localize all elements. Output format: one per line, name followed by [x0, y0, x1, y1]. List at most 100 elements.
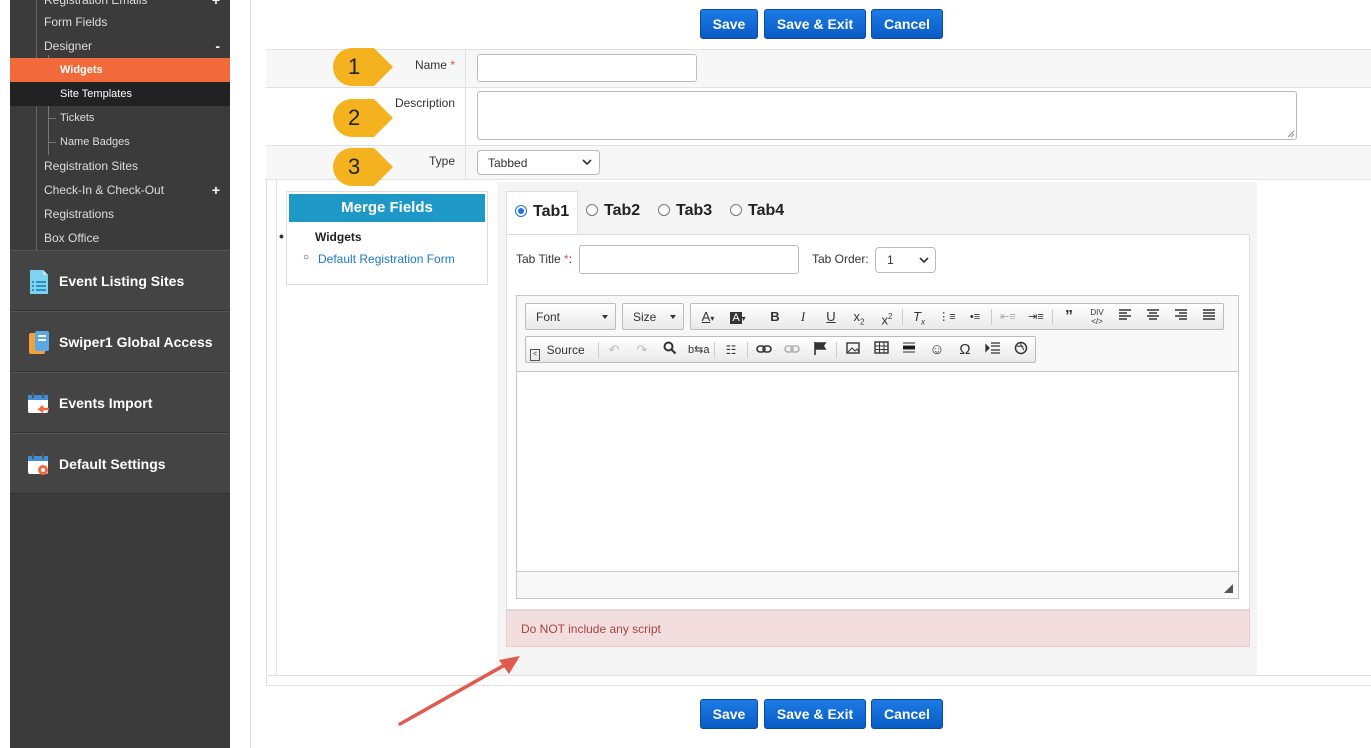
sidebar-item-event-listing-sites[interactable]: Event Listing Sites — [10, 250, 230, 311]
indent-icon[interactable]: ⇥≡ — [1026, 308, 1046, 326]
undo-icon[interactable]: ↶ — [604, 341, 624, 359]
sidebar-item-site-templates[interactable]: Site Templates — [10, 82, 230, 106]
callout-3: 3 — [332, 147, 394, 187]
select-all-icon[interactable]: ☷ — [721, 341, 741, 359]
cancel-button[interactable]: Cancel — [871, 9, 943, 39]
merge-fields-title: Merge Fields — [289, 194, 485, 222]
listing-icon — [30, 270, 48, 294]
replace-icon[interactable]: b⇆a — [688, 341, 709, 359]
sidebar-item-name-badges[interactable]: Name Badges — [10, 130, 230, 154]
sub-bullet: ○ — [303, 252, 310, 263]
tab-3[interactable]: Tab3 — [650, 191, 722, 235]
smiley-icon[interactable]: ☺ — [927, 341, 947, 359]
sidebar-item-check-in-out[interactable]: Check-In & Check-Out + — [10, 178, 230, 202]
access-icon — [29, 331, 49, 354]
sidebar-item-box-office[interactable]: Box Office — [10, 226, 230, 250]
sidebar-item-registrations[interactable]: Registrations — [10, 202, 230, 226]
numbered-list-icon[interactable]: ⋮≡ — [937, 308, 957, 326]
sidebar-item-designer[interactable]: Designer - — [10, 34, 230, 58]
page-break-icon[interactable] — [983, 341, 1003, 359]
align-right-icon[interactable] — [1171, 308, 1191, 326]
bold-icon[interactable]: B — [765, 308, 785, 326]
italic-icon[interactable]: I — [793, 308, 813, 326]
callout-1: 1 — [332, 47, 394, 87]
sidebar-item-widgets[interactable]: Widgets — [10, 58, 230, 82]
text-color-icon[interactable]: A▾ — [695, 308, 721, 326]
save-exit-button[interactable]: Save & Exit — [764, 9, 866, 39]
align-center-icon[interactable] — [1143, 308, 1163, 326]
chevron-down-icon — [582, 159, 592, 166]
sidebar: Registration Emails + Form Fields Design… — [10, 0, 230, 748]
resize-handle-icon[interactable] — [1224, 584, 1233, 593]
image-icon[interactable] — [843, 341, 863, 359]
caret-icon — [670, 315, 676, 319]
radio[interactable] — [658, 204, 670, 216]
horizontal-line-icon[interactable] — [899, 341, 919, 359]
merge-field-link[interactable]: Default Registration Form — [318, 252, 455, 266]
subscript-icon[interactable]: x2 — [849, 308, 869, 327]
tab-4[interactable]: Tab4 — [722, 191, 794, 235]
unlink-icon[interactable] — [782, 341, 802, 359]
tab-1[interactable]: Tab1 — [506, 191, 578, 235]
sidebar-item-swiper1-global-access[interactable]: Swiper1 Global Access — [10, 311, 230, 372]
import-icon — [28, 392, 49, 413]
outdent-icon[interactable]: ⇤≡ — [998, 308, 1018, 326]
tab-title-label: Tab Title *: — [516, 252, 573, 266]
radio[interactable] — [730, 204, 742, 216]
name-row: Name * — [266, 49, 1371, 87]
superscript-icon[interactable]: x2 — [877, 308, 897, 327]
expand-icon[interactable]: + — [212, 178, 220, 202]
toolbar-format-group: A▾ A ▾ B I U x2 x2 Tx ⋮≡ •≡ ⇤≡ ⇥≡ ” DIV </… — [690, 303, 1224, 330]
bulleted-list-icon[interactable]: •≡ — [965, 308, 985, 326]
radio[interactable] — [586, 204, 598, 216]
save-exit-button-bottom[interactable]: Save & Exit — [764, 699, 866, 729]
rich-text-editor: Font Size A▾ A ▾ B I U x2 x2 Tx ⋮≡ •≡ ⇤≡ … — [516, 295, 1239, 599]
tab-title-input[interactable] — [579, 245, 799, 274]
tab-order-select[interactable]: 1 — [875, 247, 936, 273]
anchor-icon[interactable] — [810, 341, 830, 359]
special-char-icon[interactable]: Ω — [955, 341, 975, 359]
cancel-button-bottom[interactable]: Cancel — [871, 699, 943, 729]
save-button-bottom[interactable]: Save — [700, 699, 758, 729]
radio-selected[interactable] — [515, 205, 527, 217]
sidebar-item-registration-sites[interactable]: Registration Sites — [10, 154, 230, 178]
sidebar-item-default-settings[interactable]: Default Settings — [10, 433, 230, 494]
type-select[interactable]: Tabbed — [477, 150, 600, 175]
div-container-icon[interactable]: DIV </> — [1087, 308, 1107, 326]
sidebar-item-form-fields[interactable]: Form Fields — [10, 10, 230, 34]
description-textarea[interactable] — [477, 91, 1297, 140]
link-icon[interactable] — [754, 341, 774, 359]
align-left-icon[interactable] — [1115, 308, 1135, 326]
tab-order-label: Tab Order: — [812, 252, 869, 266]
find-icon[interactable] — [660, 341, 680, 359]
merge-group-label: Widgets — [315, 230, 362, 244]
annotation-arrow — [398, 656, 520, 726]
size-combo[interactable]: Size — [622, 303, 684, 330]
required-mark: * — [450, 58, 455, 72]
table-icon[interactable] — [871, 341, 891, 359]
background-color-icon[interactable]: A ▾ — [725, 308, 751, 326]
callout-shape — [333, 148, 393, 186]
callout-shape — [333, 99, 393, 137]
settings-icon — [28, 453, 48, 475]
sidebar-item-events-import[interactable]: Events Import — [10, 372, 230, 433]
tab-2[interactable]: Tab2 — [578, 191, 650, 235]
redo-icon[interactable]: ↷ — [632, 341, 652, 359]
iframe-icon[interactable] — [1011, 341, 1031, 359]
script-warning-alert: Do NOT include any script — [506, 610, 1250, 647]
resize-handle-icon[interactable] — [1287, 130, 1295, 138]
callout-shape — [333, 48, 393, 86]
save-button[interactable]: Save — [700, 9, 758, 39]
description-label: Description — [394, 96, 455, 110]
underline-icon[interactable]: U — [821, 308, 841, 326]
remove-format-icon[interactable]: Tx — [909, 308, 929, 327]
blockquote-icon[interactable]: ” — [1059, 308, 1079, 326]
justify-icon[interactable] — [1199, 308, 1219, 326]
editor-content-area[interactable] — [517, 371, 1238, 572]
bullet: • — [279, 228, 284, 244]
font-combo[interactable]: Font — [525, 303, 616, 330]
source-button[interactable]: < Source — [530, 341, 594, 361]
collapse-icon[interactable]: - — [215, 34, 220, 58]
name-input[interactable] — [477, 54, 697, 82]
sidebar-item-tickets[interactable]: Tickets — [10, 106, 230, 130]
